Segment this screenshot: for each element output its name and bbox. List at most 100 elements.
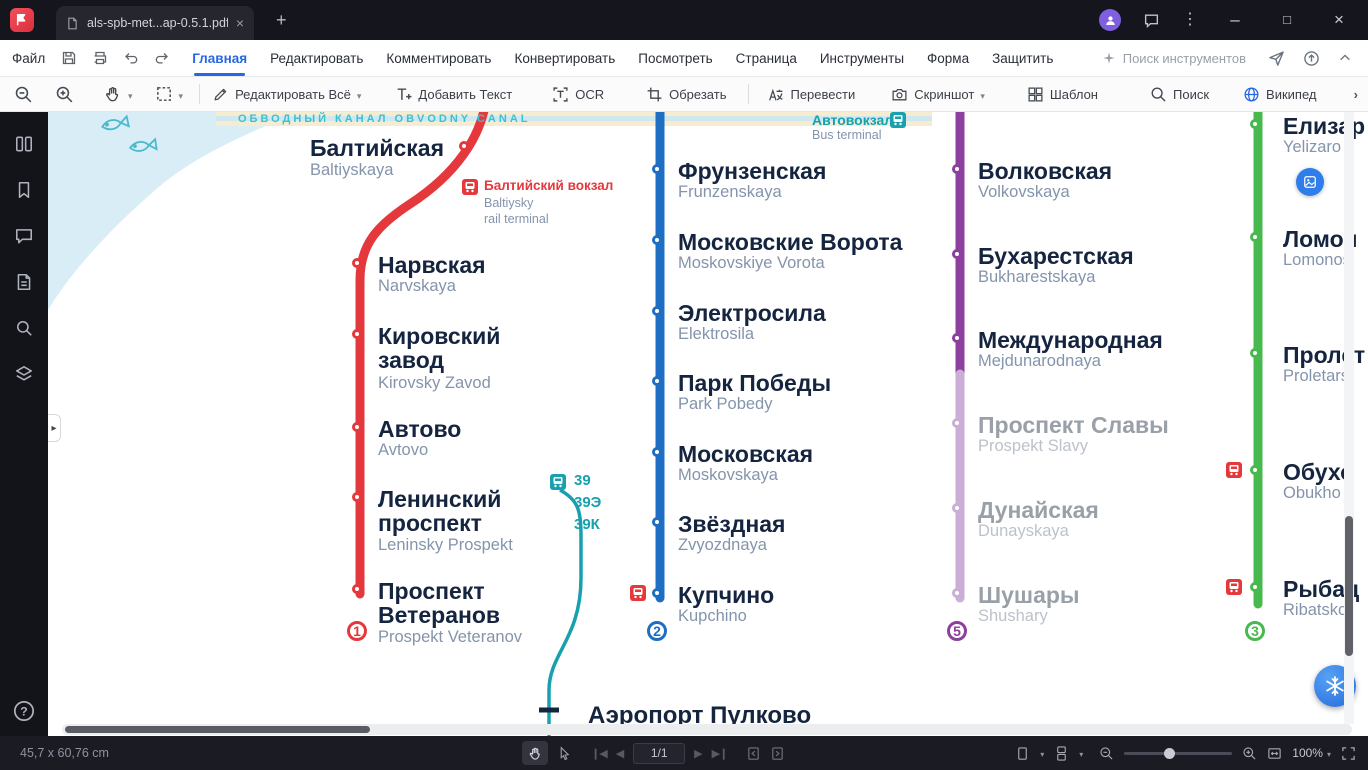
share-icon[interactable]: [1268, 50, 1285, 67]
redo-icon[interactable]: [154, 50, 170, 66]
floating-capture-button[interactable]: [1296, 168, 1324, 196]
tab-convert[interactable]: Конвертировать: [514, 51, 615, 66]
hand-tool-active-button[interactable]: [522, 741, 548, 765]
fullscreen-button[interactable]: [1341, 746, 1356, 761]
select-tool-caret[interactable]: [179, 87, 184, 102]
bookmarks-panel-icon[interactable]: [14, 180, 34, 200]
feedback-icon[interactable]: [1143, 12, 1160, 29]
fit-width-button[interactable]: [1267, 746, 1282, 761]
horizontal-scrollbar-thumb[interactable]: [65, 726, 370, 733]
station-label-latin: Moskovskiye Vorota: [678, 254, 825, 272]
new-tab-button[interactable]: [276, 10, 287, 31]
select-cursor-button[interactable]: [557, 745, 572, 761]
zoom-in-icon: [56, 86, 73, 102]
station-label-latin: Dunayskaya: [978, 522, 1069, 540]
add-text-tool[interactable]: Добавить Текст: [395, 86, 512, 103]
upgrade-icon[interactable]: [1303, 50, 1320, 67]
more-menu-icon[interactable]: [1182, 12, 1198, 28]
horizontal-scrollbar-track[interactable]: [62, 724, 1352, 735]
bus-terminal-label-ru: Автовокзал: [812, 112, 894, 128]
last-page-button[interactable]: [712, 747, 728, 760]
zoom-in-button[interactable]: [1242, 746, 1257, 761]
user-avatar[interactable]: [1099, 9, 1121, 31]
crop-tool[interactable]: Обрезать: [646, 86, 726, 103]
zoom-out-icon: [15, 86, 32, 102]
comments-panel-icon[interactable]: [14, 226, 34, 246]
station-label: Купчино: [678, 582, 775, 608]
hand-icon: [529, 747, 540, 760]
zoom-in-tool[interactable]: [55, 85, 74, 104]
wikipedia-tool[interactable]: Википед: [1243, 86, 1316, 103]
app-logo-icon[interactable]: [10, 8, 34, 32]
tab-close-icon[interactable]: [236, 15, 244, 31]
search-panel-icon[interactable]: [14, 318, 34, 338]
undo-icon[interactable]: [123, 50, 139, 66]
page-layout-caret[interactable]: [1040, 744, 1044, 762]
page-layout-button[interactable]: [1015, 746, 1030, 761]
search-tool[interactable]: Поиск: [1150, 86, 1209, 103]
next-page-button[interactable]: [694, 747, 702, 760]
station-label: Проспект Славы: [978, 412, 1169, 438]
zoom-percentage[interactable]: 100%: [1292, 746, 1331, 760]
tab-edit[interactable]: Редактировать: [270, 51, 363, 66]
station-label: Фрунзенская: [678, 158, 827, 184]
zoom-out-button[interactable]: [1099, 746, 1114, 761]
tab-form[interactable]: Форма: [927, 51, 969, 66]
station-label-latin: Narvskaya: [378, 277, 456, 295]
station-label-latin: Leninsky Prospekt: [378, 536, 513, 554]
bus-icon: [890, 112, 906, 128]
previous-view-button[interactable]: [746, 746, 761, 761]
ocr-tool[interactable]: OCR: [552, 86, 604, 103]
bus-terminal-label-en: Bus terminal: [812, 128, 882, 142]
attachments-panel-icon[interactable]: [14, 272, 34, 292]
station-label-latin: Mejdunarodnaya: [978, 352, 1101, 370]
next-view-button[interactable]: [770, 746, 785, 761]
toolbar-overflow-chevron[interactable]: [1354, 87, 1358, 102]
print-icon[interactable]: [92, 50, 108, 66]
app-window: als-spb-met...ap-0.5.1.pdf Файл Главная …: [0, 0, 1368, 770]
zoom-out-tool[interactable]: [14, 85, 33, 104]
tab-page[interactable]: Страница: [736, 51, 797, 66]
window-minimize-button[interactable]: [1220, 10, 1250, 30]
edit-all-caret[interactable]: [357, 87, 362, 102]
translate-tool[interactable]: Перевести: [767, 86, 855, 103]
select-tool[interactable]: [155, 85, 184, 103]
scroll-mode-button[interactable]: [1054, 745, 1069, 761]
tab-protect[interactable]: Защитить: [992, 51, 1053, 66]
document-tab[interactable]: als-spb-met...ap-0.5.1.pdf: [56, 6, 254, 40]
screenshot-caret[interactable]: [980, 87, 985, 102]
tab-comment[interactable]: Комментировать: [386, 51, 491, 66]
tab-view[interactable]: Посмотреть: [638, 51, 712, 66]
edit-all-tool[interactable]: Редактировать Всё: [212, 86, 361, 103]
template-tool[interactable]: Шаблон: [1027, 86, 1098, 103]
screenshot-tool[interactable]: Скриншот: [891, 86, 985, 103]
station-dot: [352, 584, 362, 594]
zoom-slider[interactable]: [1124, 747, 1233, 759]
magic-wand-icon: [1103, 52, 1115, 64]
first-page-button[interactable]: [591, 747, 607, 760]
page-number-input[interactable]: 1/1: [633, 742, 686, 764]
main-menu: Главная Редактировать Комментировать Кон…: [192, 51, 1053, 76]
collapse-toolbar-icon[interactable]: [1338, 51, 1352, 65]
hand-tool[interactable]: [104, 85, 133, 103]
tab-tools[interactable]: Инструменты: [820, 51, 904, 66]
zoom-slider-thumb[interactable]: [1164, 747, 1176, 759]
panel-expander-arrow[interactable]: [48, 414, 61, 442]
tool-search[interactable]: Поиск инструментов: [1102, 51, 1246, 66]
help-button[interactable]: ?: [13, 700, 35, 722]
menu-file[interactable]: Файл: [12, 51, 45, 66]
vertical-scrollbar-thumb[interactable]: [1345, 516, 1353, 656]
window-close-button[interactable]: [1324, 10, 1354, 30]
save-icon[interactable]: [61, 50, 77, 66]
window-maximize-button[interactable]: [1272, 11, 1302, 29]
document-canvas[interactable]: ОБВОДНЫЙ КАНАЛ OBVODNY CANAL Автовокзал …: [48, 112, 1368, 736]
layers-panel-icon[interactable]: [14, 364, 34, 384]
previous-page-button[interactable]: [616, 747, 624, 760]
tab-home[interactable]: Главная: [192, 51, 247, 76]
rail-terminal-label: Балтийский вокзал: [484, 178, 614, 193]
hand-tool-caret[interactable]: [128, 87, 133, 102]
thumbnails-panel-icon[interactable]: [14, 134, 34, 154]
scroll-mode-caret[interactable]: [1079, 744, 1083, 762]
station-label-latin: Prospekt Veteranov: [378, 628, 523, 646]
station-label-latin: Zvyozdnaya: [678, 536, 767, 554]
